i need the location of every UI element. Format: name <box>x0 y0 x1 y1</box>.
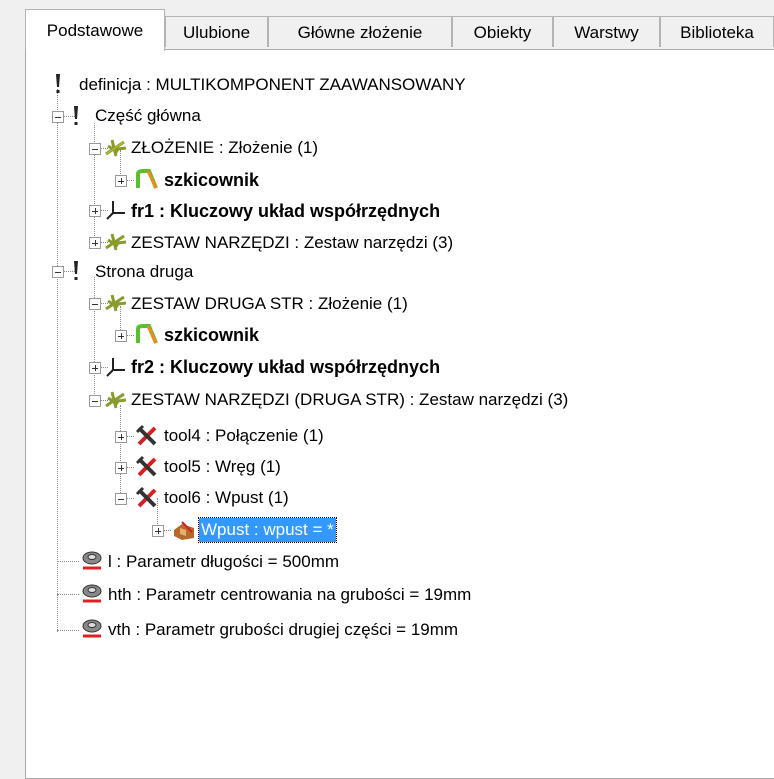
tree-item-zestaw-druga[interactable]: ZESTAW DRUGA STR : Złożenie (1) <box>129 288 410 319</box>
collapse-czesc-glowna[interactable] <box>52 111 64 123</box>
tree-item-wpust[interactable]: Wpust : wpust = * <box>198 514 337 545</box>
expand-zestaw1[interactable] <box>89 237 101 249</box>
tree-item-label: l : Parametr długości = 500mm <box>108 551 340 571</box>
tree-item-label: Wpust : wpust = * <box>198 516 337 543</box>
tree-item-fr2[interactable]: fr2 : Kluczowy układ współrzędnych <box>129 351 442 382</box>
tree-item-zestaw1[interactable]: ZESTAW NARZĘDZI : Zestaw narzędzi (3) <box>129 227 455 258</box>
tree-item-label: hth : Parametr centrowania na grubości =… <box>108 584 472 604</box>
parameter-icon <box>82 584 102 603</box>
coordinate-frame-icon <box>106 358 125 377</box>
expand-wpust[interactable] <box>152 525 164 537</box>
collapse-tool6[interactable] <box>115 493 127 505</box>
tree-item-tool4[interactable]: tool4 : Połączenie (1) <box>162 420 326 451</box>
sketch-icon <box>136 169 158 191</box>
tree-item-fr1[interactable]: fr1 : Kluczowy układ współrzędnych <box>129 195 442 226</box>
exclamation-icon <box>74 106 78 125</box>
exclamation-icon <box>74 261 78 280</box>
coordinate-frame-icon <box>106 201 125 220</box>
tree-item-tool6[interactable]: tool6 : Wpust (1) <box>162 482 291 513</box>
tree-item-root[interactable]: definicja : MULTIKOMPONENT ZAAWANSOWANY <box>77 69 468 100</box>
assembly-icon <box>105 233 127 251</box>
tree-item-param-hth[interactable]: hth : Parametr centrowania na grubości =… <box>106 579 473 610</box>
assembly-icon <box>105 139 127 157</box>
tree-item-label: tool5 : Wręg (1) <box>164 456 281 476</box>
tree-view: definicja : MULTIKOMPONENT ZAAWANSOWANY … <box>0 0 774 766</box>
tree-item-label: ZŁOŻENIE : Złożenie (1) <box>131 137 319 157</box>
tree-item-zestaw2[interactable]: ZESTAW NARZĘDZI (DRUGA STR) : Zestaw nar… <box>129 384 570 415</box>
tree-item-label: ZESTAW DRUGA STR : Złożenie (1) <box>131 293 408 313</box>
tree-item-label: Strona druga <box>95 261 194 281</box>
tree-item-label: ZESTAW NARZĘDZI (DRUGA STR) : Zestaw nar… <box>131 389 569 409</box>
tree-item-param-l[interactable]: l : Parametr długości = 500mm <box>106 546 341 577</box>
tree-item-zlozenie[interactable]: ZŁOŻENIE : Złożenie (1) <box>129 132 320 163</box>
feature-icon <box>174 521 194 540</box>
assembly-icon <box>105 391 127 409</box>
expand-fr2[interactable] <box>89 362 101 374</box>
expand-fr1[interactable] <box>89 205 101 217</box>
exclamation-icon <box>56 74 60 93</box>
tree-item-label: fr1 : Kluczowy układ współrzędnych <box>131 200 441 221</box>
tree-item-label: Część główna <box>95 105 201 125</box>
collapse-zestaw-druga[interactable] <box>89 298 101 310</box>
expand-szkicownik2[interactable] <box>115 330 127 342</box>
tree-item-label: szkicownik <box>164 169 260 190</box>
tree-item-tool5[interactable]: tool5 : Wręg (1) <box>162 451 283 482</box>
tree-item-label: tool6 : Wpust (1) <box>164 487 289 507</box>
collapse-zestaw2[interactable] <box>89 395 101 407</box>
tree-item-label: szkicownik <box>164 324 260 345</box>
tree-item-szkicownik1[interactable]: szkicownik <box>162 164 261 195</box>
tool-icon <box>135 424 157 446</box>
tree-item-label: vth : Parametr grubości drugiej części =… <box>108 619 459 639</box>
expand-tool5[interactable] <box>115 462 127 474</box>
tree-item-szkicownik2[interactable]: szkicownik <box>162 319 261 350</box>
tool-icon <box>135 486 157 508</box>
tree-item-label: definicja : MULTIKOMPONENT ZAAWANSOWANY <box>79 74 466 94</box>
assembly-icon <box>105 294 127 312</box>
parameter-icon <box>82 619 102 638</box>
tool-icon <box>135 455 157 477</box>
tree-item-label: fr2 : Kluczowy układ współrzędnych <box>131 356 441 377</box>
tree-item-label: tool4 : Połączenie (1) <box>164 425 324 445</box>
expand-szkicownik1[interactable] <box>115 175 127 187</box>
sketch-icon <box>136 324 158 346</box>
collapse-strona-druga[interactable] <box>52 266 64 278</box>
tree-item-label: ZESTAW NARZĘDZI : Zestaw narzędzi (3) <box>131 232 454 252</box>
tree-item-param-vth[interactable]: vth : Parametr grubości drugiej części =… <box>106 614 460 645</box>
expand-tool4[interactable] <box>115 431 127 443</box>
tree-item-strona-druga[interactable]: Strona druga <box>93 256 195 287</box>
parameter-icon <box>82 551 102 570</box>
collapse-zlozenie[interactable] <box>89 143 101 155</box>
tree-item-czesc-glowna[interactable]: Część główna <box>93 100 203 131</box>
